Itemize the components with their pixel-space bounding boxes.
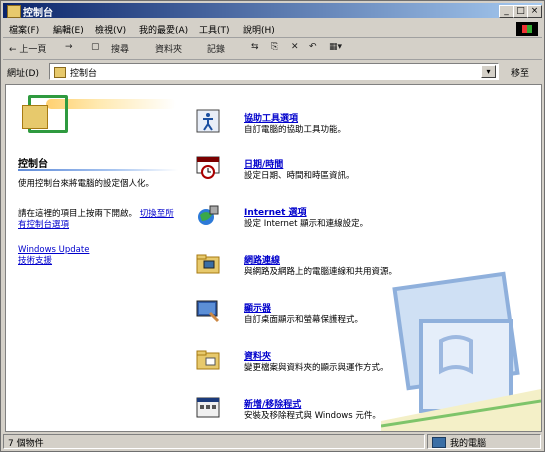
object-count: 7 個物件 (8, 439, 44, 449)
maximize-button[interactable]: □ (513, 5, 528, 18)
forward-button[interactable]: → (65, 42, 73, 52)
minimize-button[interactable]: _ (499, 5, 514, 18)
menu-view[interactable]: 檢視(V) (95, 23, 126, 36)
left-pane-description: 使用控制台來將電腦的設定個人化。 (18, 179, 155, 189)
menu-help[interactable]: 說明(H) (243, 23, 275, 36)
item-description: 安裝及移除程式與 Windows 元件。 (244, 411, 381, 421)
windows-watermark-decoration (381, 271, 541, 431)
left-pane: 控制台 使用控制台來將電腦的設定個人化。 請在這裡的項目上按兩下開啟。 切換至所… (6, 85, 180, 431)
item-description: 設定 Internet 顯示和連線設定。 (244, 219, 369, 229)
go-button[interactable]: 移至 (511, 66, 529, 79)
move-to-button[interactable]: ⇆ (251, 42, 259, 52)
item-description: 自訂桌面顯示和螢幕保護程式。 (244, 315, 364, 325)
item-description: 自訂電腦的協助工具功能。 (244, 125, 347, 135)
item-accessibility[interactable]: 協助工具選項 自訂電腦的協助工具功能。 (196, 109, 536, 143)
zone-label: 我的電腦 (450, 439, 487, 449)
title-bar[interactable]: 控制台 _ □ × (3, 3, 542, 19)
toolbar: ← 上一頁 → ▢ 搜尋 資料夾 記錄 ⇆ ⎘ ✕ ↶ ▦▾ (3, 39, 542, 60)
window-title: 控制台 (23, 8, 53, 19)
network-icon (196, 254, 220, 274)
address-field[interactable]: 控制台 ▾ (49, 63, 499, 80)
copy-to-button[interactable]: ⎘ (271, 42, 278, 52)
item-internet-options[interactable]: Internet 選項 設定 Internet 顯示和連線設定。 (196, 203, 536, 237)
item-description: 變更檔案與資料夾的顯示與運作方式。 (244, 363, 389, 373)
left-pane-links: Windows Update 技術支援 (18, 245, 89, 267)
add-remove-icon (196, 397, 220, 418)
windows-logo-icon (516, 22, 538, 36)
display-icon (196, 300, 220, 323)
menu-bar: 檔案(F) 編輯(E) 檢視(V) 我的最愛(A) 工具(T) 說明(H) (3, 21, 542, 38)
folder-icon (54, 67, 66, 78)
tech-support-link[interactable]: 技術支援 (18, 256, 89, 267)
views-button[interactable]: ▦▾ (329, 42, 342, 52)
menu-tools[interactable]: 工具(T) (199, 23, 230, 36)
item-description: 與網路及網路上的電腦連線和共用資源。 (244, 267, 398, 277)
internet-options-icon (198, 205, 219, 225)
delete-button[interactable]: ✕ (291, 42, 299, 52)
windows-update-link[interactable]: Windows Update (18, 245, 89, 256)
history-button[interactable]: 記錄 (207, 42, 225, 55)
address-bar: 網址(D) 控制台 ▾ 移至 (3, 62, 542, 81)
search-button[interactable]: 搜尋 (111, 42, 129, 55)
menu-favorites[interactable]: 我的最愛(A) (139, 23, 188, 36)
status-left-panel: 7 個物件 (3, 434, 425, 449)
content-area: 控制台 使用控制台來將電腦的設定個人化。 請在這裡的項目上按兩下開啟。 切換至所… (5, 84, 542, 432)
menu-file[interactable]: 檔案(F) (9, 23, 39, 36)
address-label: 網址(D) (7, 69, 39, 79)
hint-text: 請在這裡的項目上按兩下開啟。 (18, 209, 138, 219)
address-value: 控制台 (70, 69, 98, 79)
back-button[interactable]: ← 上一頁 (9, 42, 46, 55)
status-bar: 7 個物件 我的電腦 (3, 433, 542, 449)
item-description: 設定日期、時間和時區資訊。 (244, 171, 355, 181)
my-computer-icon (432, 437, 446, 448)
explorer-window: 控制台 _ □ × 檔案(F) 編輯(E) 檢視(V) 我的最愛(A) 工具(T… (0, 0, 545, 452)
undo-button[interactable]: ↶ (309, 42, 317, 52)
up-button[interactable]: ▢ (91, 42, 100, 52)
folder-options-icon (196, 350, 220, 370)
left-pane-hint: 請在這裡的項目上按兩下開啟。 切換至所有控制台選項 (18, 209, 176, 231)
folders-button[interactable]: 資料夾 (155, 42, 182, 55)
item-datetime[interactable]: 日期/時間 設定日期、時間和時區資訊。 (196, 155, 536, 189)
accessibility-icon (196, 109, 220, 133)
left-pane-title: 控制台 (18, 159, 48, 170)
menu-edit[interactable]: 編輯(E) (53, 23, 84, 36)
datetime-icon (196, 156, 220, 179)
divider (18, 169, 178, 171)
control-panel-large-icon (16, 95, 68, 135)
control-panel-icon (7, 5, 21, 18)
address-dropdown-button[interactable]: ▾ (481, 65, 496, 78)
close-button[interactable]: × (527, 5, 542, 18)
status-right-panel: 我的電腦 (427, 434, 541, 449)
